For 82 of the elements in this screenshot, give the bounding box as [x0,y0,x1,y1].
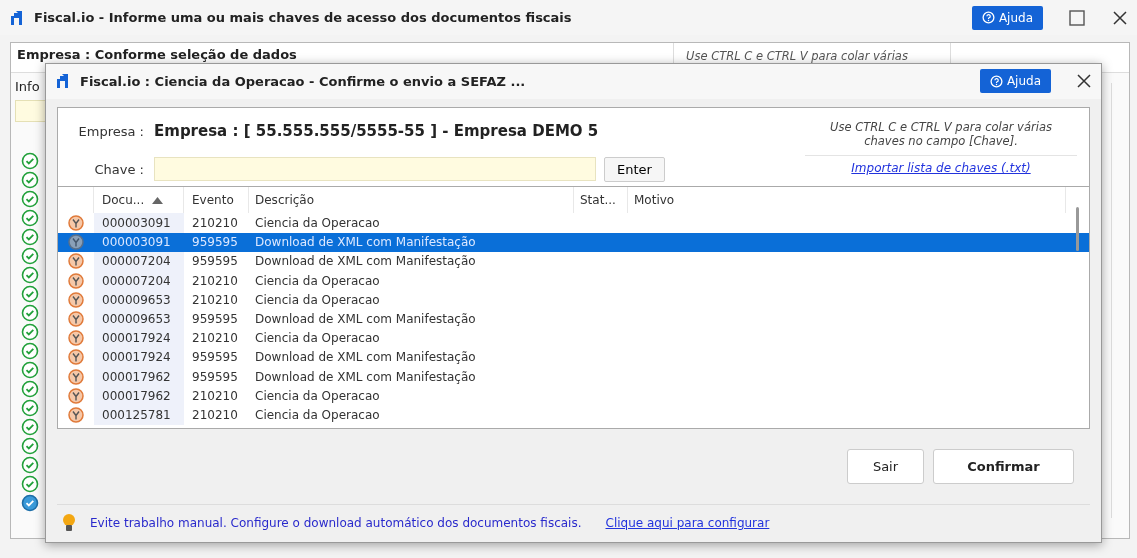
table-row[interactable]: 000017962 959595 Download de XML com Manifestação [58,366,1089,387]
table-cell: 000009653 [94,309,184,329]
table-cell-text: 210210 [191,406,239,424]
event-icon [68,330,84,347]
key-label: Chave : [93,162,145,177]
table-cell-text: Ciencia da Operacao [254,291,381,309]
table-cell-text: Ciencia da Operacao [254,215,381,233]
table-row[interactable]: 000007204 959595 Download de XML com Manifestação [58,251,1089,272]
table-row[interactable]: 000009653 210210 Ciencia da Operacao [58,290,1089,310]
table-row[interactable]: 000003091 210210 Ciencia da Operacao [58,213,1089,233]
event-icon [68,406,84,423]
event-icon [68,215,84,232]
table-cell: 000017962 [94,386,184,406]
confirm-button[interactable]: Confirmar [933,449,1074,485]
table-cell-text: 210210 [191,387,239,405]
table-row[interactable]: 000003091 959595 Download de XML com Manifestação [58,232,1089,252]
table-row[interactable]: 000009653 959595 Download de XML com Manifestação [58,309,1089,329]
event-icon [68,272,84,289]
table-cell: 000017924 [94,347,184,367]
table-cell-text: 210210 [191,291,239,309]
help-button[interactable]: Ajuda [971,5,1043,30]
lightbulb-icon [62,513,76,534]
table-cell-text: Download de XML com Manifestação [254,234,477,252]
scrollbar-thumb[interactable] [1076,207,1079,252]
app-logo-icon [56,73,70,90]
event-icon [68,349,84,366]
table-row[interactable]: 000017962 210210 Ciencia da Operacao [58,386,1089,406]
dialog-title: Fiscal.io : Ciencia da Operacao - Confirme o envio a SEFAZ ... [80,73,527,89]
table-cell-text: Ciencia da Operacao [254,272,381,290]
event-icon [68,234,84,251]
table-cell: 000017962 [94,366,184,387]
table-cell-text: Download de XML com Manifestação [254,349,477,367]
table-cell: 000125781 [94,405,184,425]
table-cell-text: 959595 [191,349,239,367]
configure-link[interactable]: Clique aqui para configurar [605,516,770,531]
table-cell-text: 959595 [191,234,239,252]
table-cell: 000009653 [94,290,184,310]
event-icon [68,291,84,308]
table-cell-text: 210210 [191,330,239,348]
table-row[interactable]: 000125781 210210 Ciencia da Operacao [58,405,1089,425]
table-cell-text: 959595 [191,311,239,328]
exit-button[interactable]: Sair [847,449,924,485]
table-row[interactable]: 000007204 210210 Ciencia da Operacao [58,271,1089,291]
key-field[interactable] [154,157,596,182]
app-logo-icon [10,9,24,26]
close-icon[interactable] [1113,10,1127,25]
event-icon [68,253,84,270]
table-cell: 000017924 [94,328,184,348]
table-cell-text: Ciencia da Operacao [254,406,381,424]
import-link[interactable]: Importar lista de chaves (.txt) [851,161,1031,176]
enter-button[interactable]: Enter [604,157,665,182]
event-icon [68,387,84,404]
table-cell-text: 959595 [191,253,239,271]
table-cell: 000007204 [94,271,184,291]
paste-hint: Use CTRL C e CTRL V para colar várias chaves no campo [Chave]. [805,107,1077,157]
help-icon [989,74,1003,88]
table-cell-text: Download de XML com Manifestação [254,368,477,386]
table-cell-text: Ciencia da Operacao [254,387,381,405]
table-cell-text: 210210 [191,272,239,290]
table-cell-text: 959595 [191,368,239,386]
table-cell-text: Download de XML com Manifestação [254,253,477,271]
help-icon [981,11,995,24]
table-cell: 000003091 [94,213,184,233]
table-cell-text: Download de XML com Manifestação [254,311,477,328]
help-button[interactable]: Ajuda [979,69,1051,94]
company-value: Empresa : [ 55.555.555/5555-55 ] - Empresa DEMO 5 [154,122,600,140]
window-title: Fiscal.io - Informe uma ou mais chaves de acesso dos documentos fiscais [34,10,573,25]
table-cell-text: 210210 [191,215,239,233]
table-row[interactable]: 000017924 210210 Ciencia da Operacao [58,328,1089,348]
footer-message: Evite trabalho manual. Configure o download automático dos documentos fiscais. [90,516,582,531]
info-label: Info [14,78,41,96]
table-cell: 000007204 [94,251,184,272]
close-icon[interactable] [1077,74,1091,89]
company-label: Empresa : Conforme seleção de dados [16,46,298,64]
company-label: Empresa : [77,123,145,139]
event-icon [68,368,84,385]
table-cell-text: Ciencia da Operacao [254,330,381,348]
table-row[interactable]: 000017924 959595 Download de XML com Manifestação [58,347,1089,367]
maximize-icon[interactable] [1069,9,1085,26]
sort-ascending-icon [152,196,164,204]
table-cell-text: 000003091 [101,234,172,252]
event-icon [68,311,84,327]
